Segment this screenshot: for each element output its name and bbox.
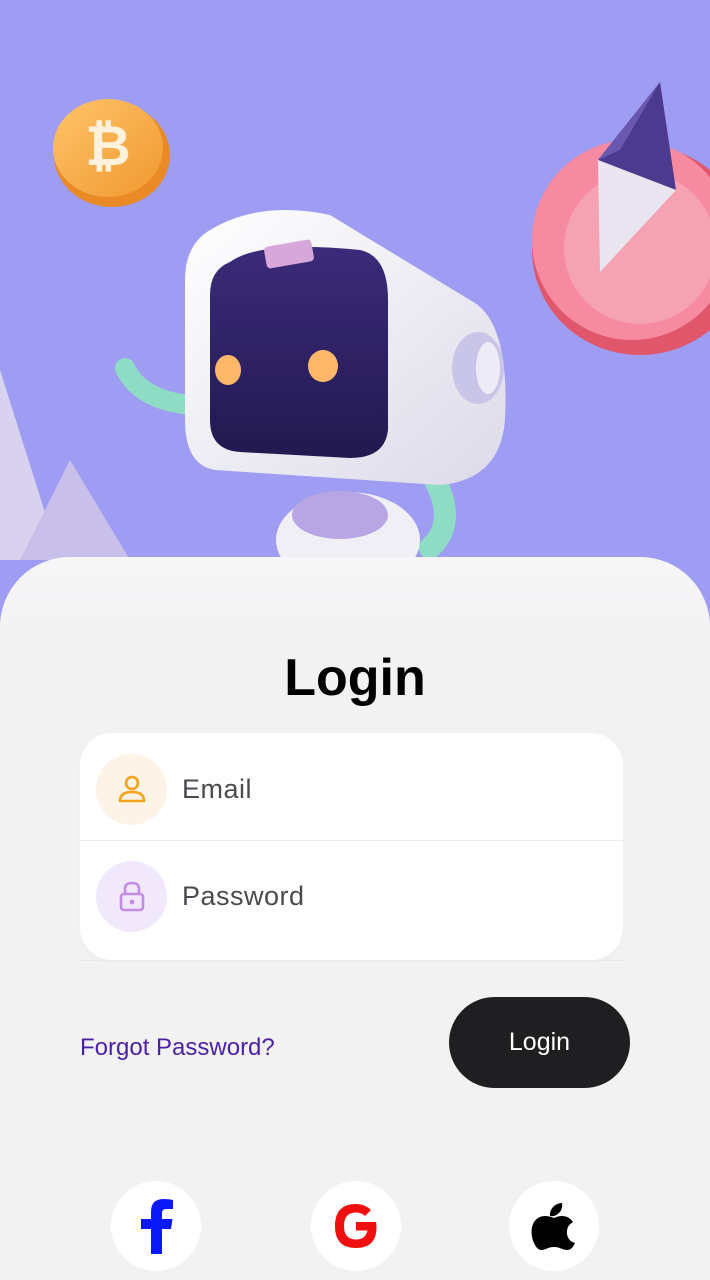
password-field[interactable]: Password	[96, 860, 616, 932]
password-input[interactable]: Password	[182, 881, 305, 912]
forgot-password-link[interactable]: Forgot Password?	[80, 1034, 275, 1062]
login-button[interactable]: Login	[449, 997, 630, 1088]
facebook-login-button[interactable]	[111, 1181, 201, 1271]
hero-illustration: ₿	[0, 0, 710, 640]
apple-icon	[531, 1203, 575, 1250]
email-field[interactable]: Email	[96, 753, 616, 825]
ethereum-coin-icon	[532, 82, 710, 355]
email-input[interactable]: Email	[182, 774, 252, 805]
robot-illustration: ₿	[0, 82, 710, 588]
svg-text:₿: ₿	[85, 114, 131, 179]
user-icon	[96, 753, 167, 825]
google-icon	[335, 1204, 377, 1248]
field-divider	[80, 840, 623, 841]
page-title: Login	[284, 649, 426, 707]
card-top-shade	[0, 557, 710, 647]
apple-login-button[interactable]	[509, 1181, 599, 1271]
bitcoin-coin-icon: ₿	[53, 99, 170, 207]
lock-icon	[96, 860, 167, 932]
form-bottom-line	[80, 960, 623, 961]
google-login-button[interactable]	[311, 1181, 401, 1271]
facebook-icon	[141, 1199, 173, 1254]
